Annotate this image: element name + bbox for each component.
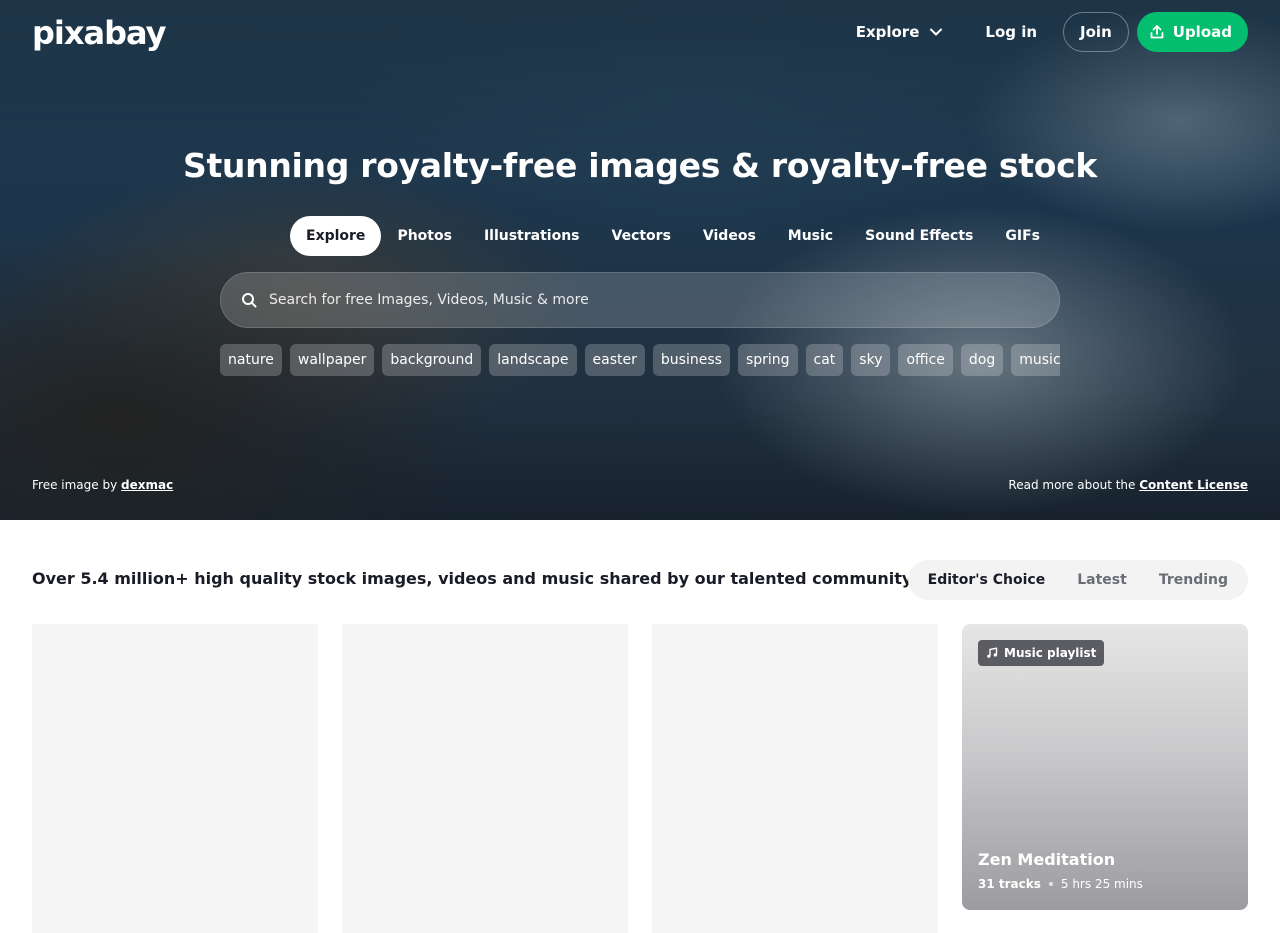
tab-photos[interactable]: Photos <box>381 216 468 256</box>
sort-editors-choice[interactable]: Editor's Choice <box>912 564 1062 596</box>
sort-latest[interactable]: Latest <box>1061 564 1143 596</box>
search-bar <box>220 272 1060 328</box>
content-license-link[interactable]: Content License <box>1139 478 1248 492</box>
tab-videos[interactable]: Videos <box>687 216 772 256</box>
explore-menu-button[interactable]: Explore <box>840 12 960 52</box>
license-prefix: Read more about the <box>1008 478 1136 492</box>
search-chip[interactable]: sky <box>851 344 891 376</box>
search-chip[interactable]: landscape <box>489 344 577 376</box>
search-chip[interactable]: dog <box>960 344 1004 376</box>
search-chip[interactable]: wallpaper <box>289 344 375 376</box>
playlist-duration: 5 hrs 25 mins <box>1060 877 1143 891</box>
tab-music[interactable]: Music <box>772 216 849 256</box>
media-type-tabs: Explore Photos Illustrations Vectors Vid… <box>290 216 1056 256</box>
playlist-badge-label: Music playlist <box>1004 646 1097 660</box>
separator-dot <box>1048 882 1053 886</box>
media-grid: Music playlist Zen Meditation 31 tracks … <box>32 624 1248 933</box>
chevron-down-icon <box>930 28 943 36</box>
license-note: Read more about the Content License <box>1008 478 1248 492</box>
playlist-meta: 31 tracks 5 hrs 25 mins <box>978 877 1143 891</box>
upload-button[interactable]: Upload <box>1136 12 1248 52</box>
tab-gifs[interactable]: GIFs <box>989 216 1056 256</box>
tab-explore[interactable]: Explore <box>290 216 382 256</box>
search-chip[interactable]: spring <box>737 344 798 376</box>
login-button[interactable]: Log in <box>967 12 1055 52</box>
upload-label: Upload <box>1172 23 1232 41</box>
tab-sound-effects[interactable]: Sound Effects <box>849 216 989 256</box>
credit-author-link[interactable]: dexmac <box>121 478 173 492</box>
search-chip[interactable]: background <box>382 344 482 376</box>
search-icon[interactable] <box>241 292 257 308</box>
sort-trending[interactable]: Trending <box>1143 564 1244 596</box>
join-button[interactable]: Join <box>1063 12 1129 52</box>
search-chip[interactable]: music <box>1011 344 1060 376</box>
upload-icon <box>1150 25 1164 39</box>
search-chip[interactable]: easter <box>584 344 645 376</box>
community-tagline: Over 5.4 million+ high quality stock ima… <box>32 569 917 588</box>
search-chip[interactable]: nature <box>220 344 282 376</box>
explore-label: Explore <box>855 23 920 41</box>
search-input[interactable] <box>269 292 1029 308</box>
tab-vectors[interactable]: Vectors <box>596 216 687 256</box>
media-tile-placeholder[interactable] <box>652 624 938 933</box>
search-chip[interactable]: business <box>652 344 730 376</box>
image-credit: Free image by dexmac <box>32 478 173 492</box>
pixabay-logo[interactable]: pixabay <box>32 14 166 52</box>
tab-illustrations[interactable]: Illustrations <box>468 216 596 256</box>
hero-title: Stunning royalty-free images & royalty-f… <box>182 146 1097 185</box>
credit-prefix: Free image by <box>32 478 118 492</box>
top-navigation: Explore Log in Join Upload <box>840 12 1248 52</box>
search-chip[interactable]: office <box>898 344 953 376</box>
playlist-track-count: 31 tracks <box>978 877 1041 891</box>
search-chip[interactable]: cat <box>805 344 844 376</box>
music-note-icon <box>987 647 998 658</box>
suggested-searches: nature wallpaper background landscape ea… <box>220 344 1060 376</box>
media-tile-placeholder[interactable] <box>342 624 628 933</box>
media-tile-placeholder[interactable] <box>32 624 318 933</box>
playlist-badge: Music playlist <box>978 640 1105 666</box>
sort-tabs: Editor's Choice Latest Trending <box>907 560 1248 600</box>
hero-banner: pixabay Explore Log in Join Upload Stunn… <box>0 0 1280 520</box>
playlist-title: Zen Meditation <box>978 850 1116 869</box>
music-playlist-card[interactable]: Music playlist Zen Meditation 31 tracks … <box>962 624 1248 910</box>
